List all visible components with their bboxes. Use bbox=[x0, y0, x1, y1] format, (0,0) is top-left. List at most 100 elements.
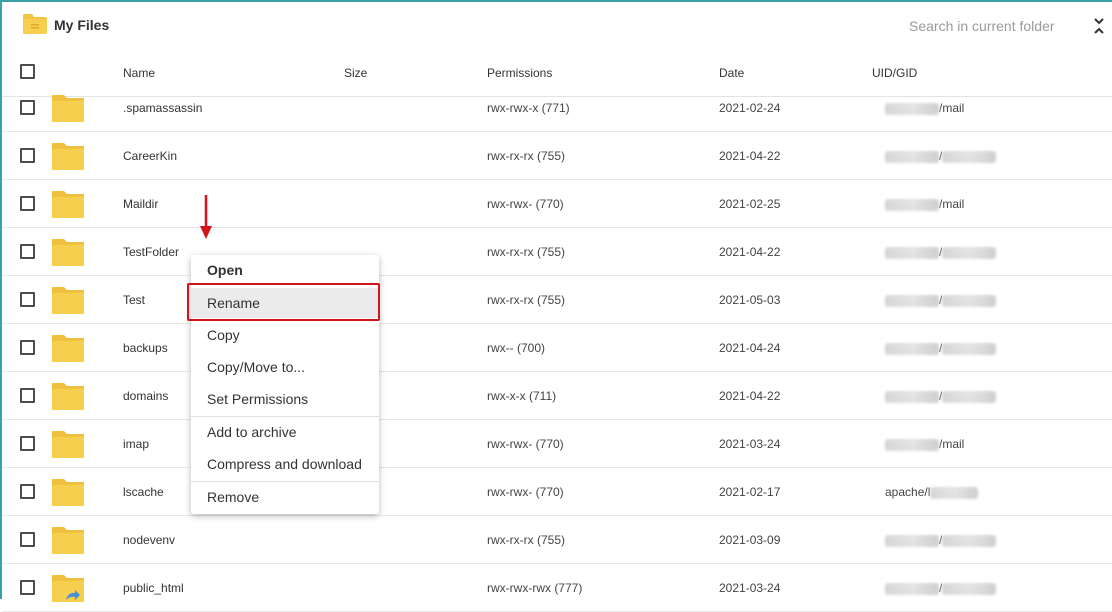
row-checkbox[interactable] bbox=[20, 532, 35, 547]
page-title: My Files bbox=[54, 17, 110, 33]
folder-icon bbox=[52, 527, 84, 554]
file-date: 2021-02-25 bbox=[719, 197, 781, 211]
file-uid-gid: /mail bbox=[885, 197, 964, 211]
column-permissions[interactable]: Permissions bbox=[487, 66, 552, 80]
file-date: 2021-04-24 bbox=[719, 341, 781, 355]
table-row[interactable]: Test rwx-rx-rx (755) 2021-05-03 / bbox=[2, 276, 1112, 324]
table-row[interactable]: backups rwx-- (700) 2021-04-24 / bbox=[2, 324, 1112, 372]
redacted-group bbox=[942, 390, 997, 403]
table-row[interactable]: nodevenv rwx-rx-rx (755) 2021-03-09 / bbox=[2, 516, 1112, 564]
file-uid-gid: / bbox=[885, 581, 997, 595]
row-checkbox[interactable] bbox=[20, 100, 35, 115]
file-permissions: rwx-x-x (711) bbox=[487, 389, 557, 403]
file-uid-gid: / bbox=[885, 341, 997, 355]
row-checkbox[interactable] bbox=[20, 292, 35, 307]
redacted-group bbox=[942, 342, 997, 355]
folder-icon bbox=[52, 191, 84, 218]
file-name[interactable]: Maildir bbox=[123, 197, 158, 211]
column-size[interactable]: Size bbox=[344, 66, 367, 80]
menu-item-add-to-archive[interactable]: Add to archive bbox=[191, 417, 379, 447]
file-date: 2021-02-17 bbox=[719, 485, 781, 499]
redacted-owner bbox=[885, 534, 939, 547]
redacted-owner bbox=[885, 246, 939, 259]
folder-icon bbox=[52, 335, 84, 362]
file-name[interactable]: .spamassassin bbox=[123, 101, 202, 115]
menu-item-set-permissions[interactable]: Set Permissions bbox=[191, 384, 379, 414]
file-permissions: rwx-rwx- (770) bbox=[487, 485, 564, 499]
folder-link-icon bbox=[52, 575, 84, 602]
redacted-owner bbox=[885, 102, 939, 115]
row-checkbox[interactable] bbox=[20, 340, 35, 355]
file-permissions: rwx-rwx- (770) bbox=[487, 437, 564, 451]
row-checkbox[interactable] bbox=[20, 388, 35, 403]
file-name[interactable]: public_html bbox=[123, 581, 184, 595]
file-permissions: rwx-rx-rx (755) bbox=[487, 533, 565, 547]
file-uid-gid: /mail bbox=[885, 437, 964, 451]
redacted-owner bbox=[885, 294, 939, 307]
table-row[interactable]: lscache rwx-rwx- (770) 2021-02-17 apache… bbox=[2, 468, 1112, 516]
redacted-group bbox=[930, 486, 979, 499]
file-permissions: rwx-rx-rx (755) bbox=[487, 149, 565, 163]
file-name[interactable]: imap bbox=[123, 437, 149, 451]
file-name[interactable]: domains bbox=[123, 389, 168, 403]
rename-highlight-box bbox=[187, 283, 380, 321]
table-row[interactable]: TestFolder rwx-rx-rx (755) 2021-04-22 / bbox=[2, 228, 1112, 276]
table-row[interactable]: CareerKin rwx-rx-rx (755) 2021-04-22 / bbox=[2, 132, 1112, 180]
file-uid-gid: / bbox=[885, 149, 997, 163]
table-row[interactable]: imap rwx-rwx- (770) 2021-03-24 /mail bbox=[2, 420, 1112, 468]
file-name[interactable]: CareerKin bbox=[123, 149, 177, 163]
file-manager-header: My Files bbox=[2, 2, 1112, 48]
row-checkbox[interactable] bbox=[20, 484, 35, 499]
table-row[interactable]: public_html rwx-rwx-rwx (777) 2021-03-24… bbox=[2, 564, 1112, 612]
redacted-owner bbox=[885, 438, 939, 451]
file-name[interactable]: nodevenv bbox=[123, 533, 175, 547]
column-date[interactable]: Date bbox=[719, 66, 744, 80]
file-name[interactable]: backups bbox=[123, 341, 168, 355]
table-row[interactable]: domains rwx-x-x (711) 2021-04-22 / bbox=[2, 372, 1112, 420]
file-name[interactable]: TestFolder bbox=[123, 245, 179, 259]
redacted-owner bbox=[885, 342, 939, 355]
table-row[interactable]: Maildir rwx-rwx- (770) 2021-02-25 /mail bbox=[2, 180, 1112, 228]
menu-item-copy[interactable]: Copy bbox=[191, 320, 379, 350]
row-checkbox[interactable] bbox=[20, 244, 35, 259]
folder-icon bbox=[52, 287, 84, 314]
file-uid-gid: / bbox=[885, 293, 997, 307]
row-checkbox[interactable] bbox=[20, 196, 35, 211]
row-checkbox[interactable] bbox=[20, 148, 35, 163]
row-checkbox[interactable] bbox=[20, 580, 35, 595]
file-permissions: rwx-rwx-x (771) bbox=[487, 101, 570, 115]
file-date: 2021-03-24 bbox=[719, 437, 781, 451]
table-row[interactable]: .spamassassin rwx-rwx-x (771) 2021-02-24… bbox=[2, 84, 1112, 132]
menu-item-remove[interactable]: Remove bbox=[191, 482, 379, 512]
file-date: 2021-04-22 bbox=[719, 149, 781, 163]
file-permissions: rwx-- (700) bbox=[487, 341, 546, 355]
redacted-group bbox=[942, 294, 997, 307]
column-name[interactable]: Name bbox=[123, 66, 155, 80]
folder-icon bbox=[52, 479, 84, 506]
menu-item-open[interactable]: Open bbox=[191, 255, 379, 285]
redacted-group bbox=[942, 150, 997, 163]
file-uid-gid: /mail bbox=[885, 101, 964, 115]
menu-item-compress-download[interactable]: Compress and download bbox=[191, 449, 379, 479]
folder-icon bbox=[23, 14, 47, 34]
file-uid-gid: / bbox=[885, 389, 997, 403]
select-all-checkbox[interactable] bbox=[20, 64, 35, 79]
chevron-collapse-icon[interactable] bbox=[1092, 16, 1106, 36]
file-name[interactable]: lscache bbox=[123, 485, 164, 499]
file-uid-gid: / bbox=[885, 245, 997, 259]
folder-icon bbox=[52, 239, 84, 266]
folder-icon bbox=[52, 95, 84, 122]
menu-item-copy-move[interactable]: Copy/Move to... bbox=[191, 352, 379, 382]
file-date: 2021-04-22 bbox=[719, 245, 781, 259]
file-uid-gid: / bbox=[885, 533, 997, 547]
column-uid-gid[interactable]: UID/GID bbox=[872, 66, 917, 80]
redacted-owner bbox=[885, 198, 939, 211]
file-name[interactable]: Test bbox=[123, 293, 145, 307]
redacted-group bbox=[942, 582, 997, 595]
annotation-arrow-icon bbox=[200, 195, 212, 239]
search-input[interactable] bbox=[907, 16, 1071, 36]
file-date: 2021-03-24 bbox=[719, 581, 781, 595]
file-date: 2021-04-22 bbox=[719, 389, 781, 403]
file-permissions: rwx-rwx-rwx (777) bbox=[487, 581, 583, 595]
row-checkbox[interactable] bbox=[20, 436, 35, 451]
